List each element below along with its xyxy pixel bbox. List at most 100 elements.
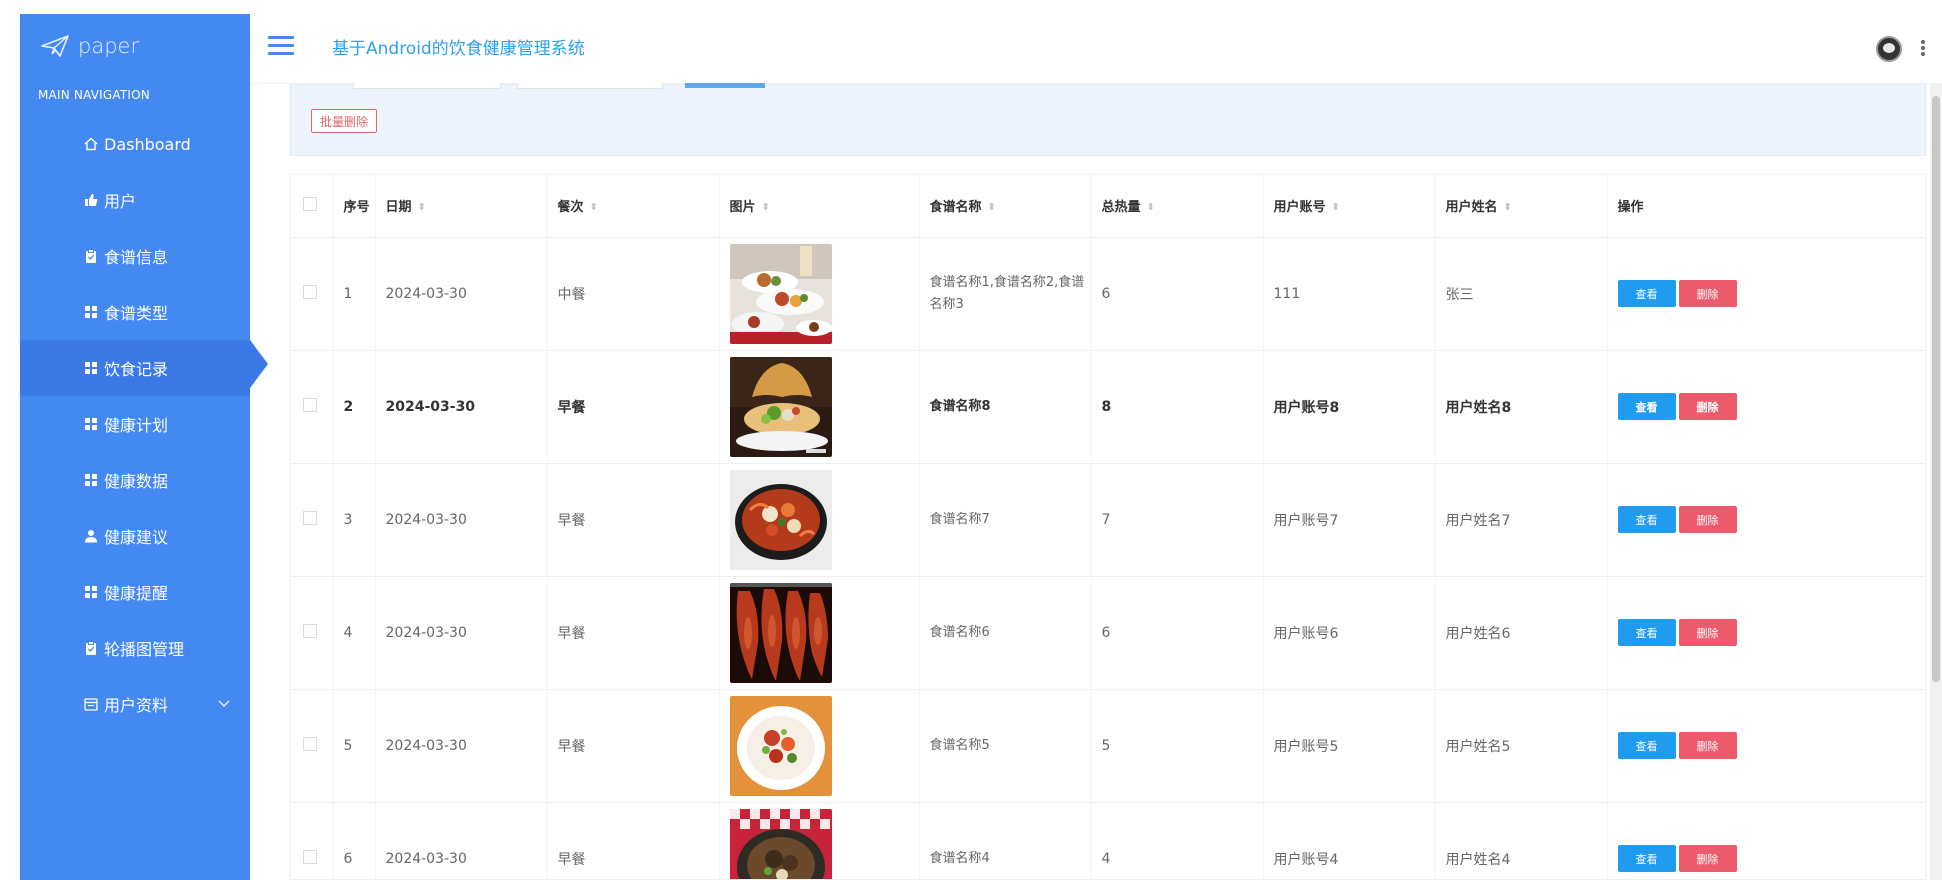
sort-icon[interactable]: ⬍ — [1332, 202, 1340, 213]
col-recipe[interactable]: 食谱名称 ⬍ — [918, 175, 1091, 238]
col-name[interactable]: 用户姓名 ⬍ — [1434, 175, 1607, 238]
cell-image — [718, 463, 919, 577]
delete-button[interactable]: 删除 — [1678, 732, 1737, 759]
sort-icon[interactable]: ⬍ — [988, 202, 996, 213]
sidebar-item-2[interactable]: 食谱信息 — [20, 228, 250, 284]
scrollbar-thumb[interactable] — [1932, 96, 1940, 682]
table-row[interactable]: 1 2024-03-30 中餐 食谱名称1,食谱名称2,食谱名称3 6 111 张三 查看 删除 — [291, 237, 1925, 351]
menu-toggle-icon[interactable] — [268, 36, 294, 56]
sort-icon[interactable]: ⬍ — [1147, 202, 1155, 213]
page-title: 基于Android的饮食健康管理系统 — [332, 39, 585, 59]
delete-button[interactable]: 删除 — [1678, 393, 1737, 420]
clipboard-icon — [84, 249, 98, 263]
view-button[interactable]: 查看 — [1617, 845, 1676, 872]
row-checkbox[interactable] — [303, 623, 317, 638]
cell-date: 2024-03-30 — [374, 237, 547, 351]
food-image[interactable] — [729, 243, 832, 344]
sidebar-item-4[interactable]: 饮食记录 — [20, 340, 268, 396]
sidebar-item-8[interactable]: 健康提醒 — [20, 564, 250, 620]
col-meal[interactable]: 餐次 ⬍ — [546, 175, 719, 238]
sidebar-item-9[interactable]: 轮播图管理 — [20, 620, 250, 676]
row-checkbox[interactable] — [303, 849, 317, 864]
sort-icon[interactable]: ⬍ — [418, 202, 426, 213]
view-button[interactable]: 查看 — [1617, 506, 1676, 533]
cell-recipe: 食谱名称7 — [918, 463, 1091, 577]
sidebar-item-6[interactable]: 健康数据 — [20, 452, 250, 508]
select-all-checkbox[interactable] — [303, 196, 317, 211]
cell-account: 用户账号4 — [1262, 802, 1435, 879]
sidebar-item-label: 健康建议 — [104, 528, 169, 547]
view-button[interactable]: 查看 — [1617, 393, 1676, 420]
search-input-2[interactable] — [517, 83, 663, 89]
sidebar-item-label: 健康计划 — [104, 416, 169, 435]
grid-icon — [84, 417, 98, 431]
table-row[interactable]: 3 2024-03-30 早餐 食谱名称7 7 用户账号7 用户姓名7 查看 删除 — [291, 463, 1925, 577]
sort-icon[interactable]: ⬍ — [1504, 202, 1512, 213]
vertical-scrollbar[interactable] — [1930, 84, 1942, 880]
col-calories[interactable]: 总热量 ⬍ — [1090, 175, 1263, 238]
cell-actions: 查看 删除 — [1606, 463, 1925, 577]
cell-index: 4 — [332, 576, 375, 690]
cell-account: 用户账号8 — [1262, 350, 1435, 464]
search-input-1[interactable] — [353, 83, 501, 89]
sidebar-item-5[interactable]: 健康计划 — [20, 396, 250, 452]
delete-button[interactable]: 删除 — [1678, 506, 1737, 533]
table-row[interactable]: 4 2024-03-30 早餐 食谱名称6 6 用户账号6 用户姓名6 查看 删除 — [291, 576, 1925, 690]
sidebar-item-1[interactable]: 用户 — [20, 172, 250, 228]
view-button[interactable]: 查看 — [1617, 732, 1676, 759]
home-icon — [84, 137, 98, 151]
view-button[interactable]: 查看 — [1617, 280, 1676, 307]
col-date[interactable]: 日期 ⬍ — [374, 175, 547, 238]
col-account[interactable]: 用户账号 ⬍ — [1262, 175, 1435, 238]
cell-account: 用户账号5 — [1262, 689, 1435, 803]
batch-delete-button[interactable]: 批量删除 — [311, 109, 378, 133]
sidebar-item-10[interactable]: 用户资料 — [20, 676, 250, 732]
col-image[interactable]: 图片 ⬍ — [718, 175, 919, 238]
cell-index: 2 — [332, 350, 375, 464]
food-image[interactable] — [729, 356, 832, 457]
sidebar-item-3[interactable]: 食谱类型 — [20, 284, 250, 340]
sidebar-item-7[interactable]: 健康建议 — [20, 508, 250, 564]
sidebar-item-0[interactable]: Dashboard — [20, 116, 250, 172]
food-image[interactable] — [729, 695, 832, 796]
more-vertical-icon[interactable] — [1920, 38, 1926, 60]
sidebar-item-label: 轮播图管理 — [104, 640, 185, 659]
food-image[interactable] — [729, 582, 832, 683]
sidebar-item-label: 健康提醒 — [104, 584, 169, 603]
food-image[interactable] — [729, 469, 832, 570]
nav-section-title: MAIN NAVIGATION — [38, 88, 150, 102]
table-row[interactable]: 5 2024-03-30 早餐 食谱名称5 5 用户账号5 用户姓名5 查看 删除 — [291, 689, 1925, 803]
cell-calories: 8 — [1090, 350, 1263, 464]
delete-button[interactable]: 删除 — [1678, 619, 1737, 646]
cell-username: 用户姓名4 — [1434, 802, 1607, 879]
sort-icon[interactable]: ⬍ — [762, 202, 770, 213]
table-row[interactable]: 2 2024-03-30 早餐 食谱名称8 8 用户账号8 用户姓名8 查看 删除 — [291, 350, 1925, 464]
row-checkbox[interactable] — [303, 284, 317, 299]
col-actions: 操作 — [1606, 175, 1925, 238]
action-panel: 批量删除 — [290, 83, 1926, 156]
cell-recipe: 食谱名称1,食谱名称2,食谱名称3 — [918, 237, 1091, 351]
cell-username: 用户姓名6 — [1434, 576, 1607, 690]
row-checkbox[interactable] — [303, 510, 317, 525]
delete-button[interactable]: 删除 — [1678, 845, 1737, 872]
sidebar: paper MAIN NAVIGATION Dashboard 用户食谱信息食谱类… — [20, 14, 268, 880]
chevron-down-icon[interactable] — [218, 697, 230, 711]
sort-icon[interactable]: ⬍ — [590, 202, 598, 213]
row-checkbox[interactable] — [303, 736, 317, 751]
thumb-icon — [84, 193, 98, 207]
table-row[interactable]: 6 2024-03-30 早餐 食谱名称4 4 用户账号4 用户姓名4 查看 删除 — [291, 802, 1925, 879]
sidebar-item-label: 饮食记录 — [104, 360, 169, 379]
delete-button[interactable]: 删除 — [1678, 280, 1737, 307]
search-button[interactable] — [685, 83, 765, 88]
food-image[interactable] — [729, 808, 832, 879]
brand[interactable]: paper — [20, 14, 250, 78]
cell-date: 2024-03-30 — [374, 576, 547, 690]
cell-meal: 早餐 — [546, 802, 719, 879]
cell-calories: 6 — [1090, 576, 1263, 690]
row-checkbox[interactable] — [303, 397, 317, 412]
col-index: 序号 — [332, 175, 375, 238]
sidebar-item-label: 食谱信息 — [104, 248, 169, 267]
view-button[interactable]: 查看 — [1617, 619, 1676, 646]
cell-date: 2024-03-30 — [374, 802, 547, 879]
avatar[interactable] — [1876, 36, 1902, 62]
